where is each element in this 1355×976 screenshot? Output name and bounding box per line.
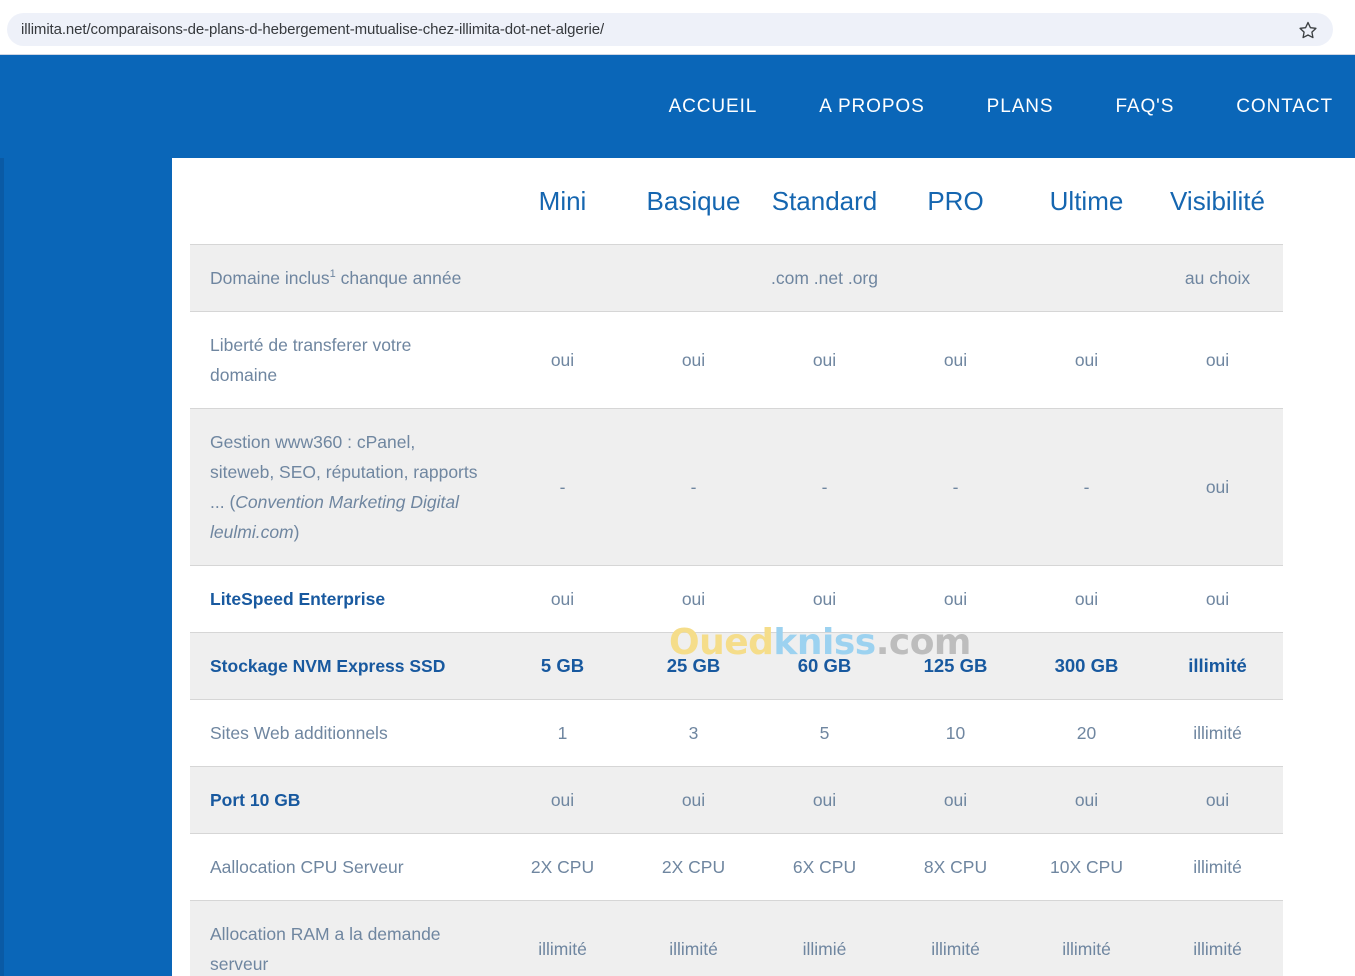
main-content: Ouedkniss.com Mini Basique Standard PRO … — [172, 158, 1355, 976]
cell-port-basique: oui — [681, 789, 706, 810]
table-row: Gestion www360 : cPanel, siteweb, SEO, r… — [190, 408, 1283, 566]
cell-cpu-standard: 6X CPU — [792, 856, 857, 877]
sidebar-left-edge — [0, 158, 4, 976]
cell-gestion-visibilite: oui — [1205, 476, 1230, 497]
cell-stockage-mini: 5 GB — [540, 655, 585, 676]
plan-comparison-table: Mini Basique Standard PRO Ultime Visibil… — [190, 158, 1283, 976]
row-label-port-10gb: Port 10 GB — [210, 790, 301, 810]
column-header-standard: Standard — [771, 185, 878, 216]
row-label-cpu-serveur: Aallocation CPU Serveur — [210, 857, 404, 877]
cell-sites-pro: 10 — [945, 722, 966, 743]
cell-litespeed-standard: oui — [812, 588, 837, 609]
table-row: Sites Web additionnels 1 3 5 10 20 illim… — [190, 699, 1283, 767]
table-body: Domaine inclus1 chanque année .com .net … — [190, 244, 1283, 976]
cell-cpu-mini: 2X CPU — [530, 856, 595, 877]
main-navigation: ACCUEIL A PROPOS PLANS FAQ'S CONTACT — [638, 55, 1355, 158]
address-bar[interactable]: illimita.net/comparaisons-de-plans-d-heb… — [7, 13, 1333, 46]
cell-liberte-visibilite: oui — [1205, 349, 1230, 370]
row-label-litespeed: LiteSpeed Enterprise — [210, 589, 386, 609]
cell-ram-mini: illimité — [538, 938, 587, 959]
table-row: Aallocation CPU Serveur 2X CPU 2X CPU 6X… — [190, 833, 1283, 901]
row-label-text: Domaine inclus — [210, 268, 330, 288]
row-label-stockage-ssd: Stockage NVM Express SSD — [210, 656, 446, 676]
table-header-row: Mini Basique Standard PRO Ultime Visibil… — [190, 158, 1283, 245]
cell-cpu-basique: 2X CPU — [661, 856, 726, 877]
cell-liberte-pro: oui — [943, 349, 968, 370]
column-header-feature — [190, 158, 497, 245]
cell-port-visibilite: oui — [1205, 789, 1230, 810]
cell-ram-pro: illimité — [931, 938, 980, 959]
cell-stockage-basique: 25 GB — [666, 655, 721, 676]
row-label-italic: Convention Marketing Digital leulmi.com — [210, 492, 460, 542]
cell-sites-ultime: 20 — [1076, 722, 1097, 743]
cell-cpu-ultime: 10X CPU — [1050, 856, 1123, 877]
cell-gestion-mini: - — [559, 476, 566, 497]
table-row: Port 10 GB oui oui oui oui oui oui — [190, 766, 1283, 834]
cell-litespeed-pro: oui — [943, 588, 968, 609]
cell-sites-standard: 5 — [819, 722, 830, 743]
row-label-ram-serveur: Allocation RAM a la demande serveur — [210, 924, 441, 974]
cell-ram-basique: illimité — [669, 938, 718, 959]
cell-port-standard: oui — [812, 789, 837, 810]
cell-sites-mini: 1 — [557, 722, 568, 743]
cell-sites-basique: 3 — [688, 722, 699, 743]
cell-gestion-ultime: - — [1083, 476, 1090, 497]
table-row: Liberté de transferer votre domaine oui … — [190, 311, 1283, 409]
cell-ram-ultime: illimité — [1062, 938, 1111, 959]
column-header-pro: PRO — [927, 185, 984, 216]
cell-ram-standard: illimié — [802, 938, 847, 959]
nav-item-plans[interactable]: PLANS — [956, 96, 1085, 118]
cell-stockage-visibilite: illimité — [1188, 655, 1247, 676]
cell-cpu-visibilite: illimité — [1193, 856, 1242, 877]
cell-ram-visibilite: illimité — [1193, 938, 1242, 959]
cell-port-pro: oui — [943, 789, 968, 810]
page-viewport: ACCUEIL A PROPOS PLANS FAQ'S CONTACT Oue… — [0, 55, 1355, 976]
cell-port-ultime: oui — [1074, 789, 1099, 810]
row-label-liberte-transfert: Liberté de transferer votre domaine — [210, 335, 412, 385]
cell-gestion-pro: - — [952, 476, 959, 497]
cell-litespeed-mini: oui — [550, 588, 575, 609]
row-label-domaine-inclus: Domaine inclus1 chanque année — [190, 245, 497, 312]
cell-domaine-visibilite: au choix — [1184, 267, 1251, 288]
cell-cpu-pro: 8X CPU — [923, 856, 988, 877]
cell-gestion-basique: - — [690, 476, 697, 497]
table-row: LiteSpeed Enterprise oui oui oui oui oui… — [190, 565, 1283, 633]
nav-item-contact[interactable]: CONTACT — [1205, 96, 1355, 118]
column-header-visibilite: Visibilité — [1170, 185, 1265, 216]
browser-toolbar: illimita.net/comparaisons-de-plans-d-heb… — [0, 0, 1355, 55]
nav-item-accueil[interactable]: ACCUEIL — [638, 96, 789, 118]
cell-litespeed-visibilite: oui — [1205, 588, 1230, 609]
nav-item-faqs[interactable]: FAQ'S — [1084, 96, 1205, 118]
row-label-text-suffix: chanque année — [335, 268, 462, 288]
nav-item-a-propos[interactable]: A PROPOS — [788, 96, 955, 118]
address-bar-url: illimita.net/comparaisons-de-plans-d-heb… — [21, 21, 605, 38]
cell-stockage-ultime: 300 GB — [1054, 655, 1119, 676]
star-icon[interactable] — [1297, 19, 1319, 41]
row-label-text-suffix: ) — [293, 522, 300, 542]
column-header-ultime: Ultime — [1049, 185, 1124, 216]
left-sidebar-panel — [0, 158, 172, 976]
cell-liberte-standard: oui — [812, 349, 837, 370]
cell-litespeed-ultime: oui — [1074, 588, 1099, 609]
column-header-mini: Mini — [538, 185, 587, 216]
row-label-sites-web: Sites Web additionnels — [210, 723, 388, 743]
site-header: ACCUEIL A PROPOS PLANS FAQ'S CONTACT — [0, 55, 1355, 158]
cell-port-mini: oui — [550, 789, 575, 810]
row-label-gestion-www360: Gestion www360 : cPanel, siteweb, SEO, r… — [190, 409, 497, 566]
cell-sites-visibilite: illimité — [1193, 722, 1242, 743]
cell-stockage-pro: 125 GB — [923, 655, 988, 676]
cell-domaine-merged: .com .net .org — [771, 267, 878, 288]
table-row: Stockage NVM Express SSD 5 GB 25 GB 60 G… — [190, 632, 1283, 700]
cell-stockage-standard: 60 GB — [797, 655, 852, 676]
cell-litespeed-basique: oui — [681, 588, 706, 609]
table-row: Allocation RAM a la demande serveur illi… — [190, 900, 1283, 976]
cell-liberte-basique: oui — [681, 349, 706, 370]
cell-liberte-ultime: oui — [1074, 349, 1099, 370]
table-row: Domaine inclus1 chanque année .com .net … — [190, 244, 1283, 312]
column-header-basique: Basique — [646, 185, 741, 216]
table-header: Mini Basique Standard PRO Ultime Visibil… — [190, 158, 1283, 245]
cell-gestion-standard: - — [821, 476, 828, 497]
cell-liberte-mini: oui — [550, 349, 575, 370]
